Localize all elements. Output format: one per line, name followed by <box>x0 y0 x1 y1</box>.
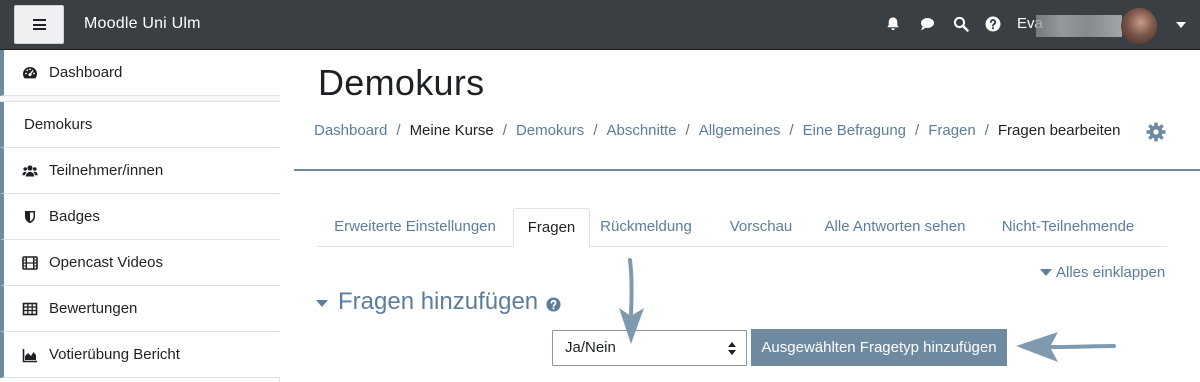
help-icon[interactable] <box>546 296 561 312</box>
redacted-name <box>1036 15 1122 37</box>
breadcrumb-link[interactable]: Dashboard <box>314 122 387 139</box>
bell-icon[interactable] <box>885 16 901 32</box>
breadcrumb-separator: / <box>593 122 598 139</box>
annotation-arrow-left-icon <box>1016 332 1116 362</box>
top-navbar: Moodle Uni Ulm Eva <box>0 0 1200 50</box>
breadcrumb-item: Meine Kurse <box>409 122 494 139</box>
tab-questions[interactable]: Fragen <box>513 208 590 248</box>
breadcrumb-link[interactable]: Fragen <box>928 122 976 139</box>
breadcrumb-current: Fragen bearbeiten <box>997 122 1121 139</box>
sidebar-item-label: Votierübung Bericht <box>49 346 180 363</box>
film-icon <box>22 255 38 270</box>
breadcrumb-separator: / <box>915 122 920 139</box>
site-name[interactable]: Moodle Uni Ulm <box>84 15 201 33</box>
table-icon <box>22 302 38 315</box>
sidebar-item-dashboard[interactable]: Dashboard <box>0 50 280 96</box>
tab-advanced-settings[interactable]: Erweiterte Einstellungen <box>317 208 513 247</box>
breadcrumb-link[interactable]: Allgemeines <box>699 122 781 139</box>
breadcrumb-link[interactable]: Demokurs <box>516 122 584 139</box>
dashboard-icon <box>23 66 37 78</box>
tab-non-respondents[interactable]: Nicht-Teilnehmende <box>991 208 1145 247</box>
sidebar-item-grades[interactable]: Bewertungen <box>0 286 280 332</box>
breadcrumb-separator: / <box>685 122 690 139</box>
collapse-all-label: Alles einklappen <box>1056 264 1166 281</box>
select-arrows-icon <box>728 342 736 355</box>
select-value: Ja/Nein <box>565 339 616 356</box>
users-icon <box>22 164 38 176</box>
tab-bar: Erweiterte Einstellungen Fragen Rückmeld… <box>317 208 1167 248</box>
tab-all-responses[interactable]: Alle Antworten sehen <box>815 208 975 247</box>
triangle-down-icon <box>1040 269 1052 276</box>
chat-icon[interactable] <box>919 16 935 32</box>
sidebar-item-label: Teilnehmer/innen <box>49 162 164 179</box>
add-question-type-button[interactable]: Ausgewählten Fragetyp hinzufügen <box>751 329 1007 366</box>
help-icon[interactable] <box>985 16 1001 32</box>
sidebar-item-label: Dashboard <box>49 64 123 81</box>
breadcrumb-separator: / <box>984 122 989 139</box>
gear-icon[interactable] <box>1146 122 1166 142</box>
menu-toggle-button[interactable] <box>14 5 64 44</box>
breadcrumb-separator: / <box>789 122 794 139</box>
section-title: Fragen hinzufügen <box>338 288 539 315</box>
sidebar-item-participants[interactable]: Teilnehmer/innen <box>0 148 280 194</box>
breadcrumb-link[interactable]: Eine Befragung <box>803 122 906 139</box>
tab-feedback[interactable]: Rückmeldung <box>590 208 702 247</box>
header-divider <box>294 169 1200 171</box>
page-title: Demokurs <box>318 62 485 103</box>
sidebar-nav: Dashboard Demokurs Teilnehmer/innen Badg… <box>0 50 280 382</box>
sidebar-item-label: Badges <box>49 208 100 225</box>
breadcrumb-separator: / <box>502 122 507 139</box>
sidebar-item-label: Demokurs <box>24 116 93 133</box>
sidebar-item-label: Opencast Videos <box>49 254 163 271</box>
sidebar-item-opencast[interactable]: Opencast Videos <box>0 240 280 286</box>
chevron-down-icon[interactable] <box>1176 22 1186 28</box>
area-chart-icon <box>22 348 37 362</box>
breadcrumb-link[interactable]: Abschnitte <box>606 122 676 139</box>
breadcrumb-separator: / <box>396 122 401 139</box>
tab-preview[interactable]: Vorschau <box>717 208 805 247</box>
avatar[interactable] <box>1121 8 1157 44</box>
breadcrumb: Dashboard / Meine Kurse / Demokurs / Abschn… <box>314 122 1120 139</box>
triangle-down-icon <box>316 299 328 307</box>
search-icon[interactable] <box>953 16 969 32</box>
shield-icon <box>25 210 35 223</box>
sidebar-item-report[interactable]: Votierübung Bericht <box>0 332 280 378</box>
collapse-all-link[interactable]: Alles einklappen <box>1040 264 1165 281</box>
sidebar-item-label: Bewertungen <box>49 300 138 317</box>
hamburger-icon <box>32 19 46 30</box>
sidebar-item-demokurs[interactable]: Demokurs <box>0 102 280 148</box>
section-header[interactable]: Fragen hinzufügen <box>316 288 561 316</box>
annotation-arrow-down-icon <box>619 258 644 344</box>
sidebar-item-badges[interactable]: Badges <box>0 194 280 240</box>
